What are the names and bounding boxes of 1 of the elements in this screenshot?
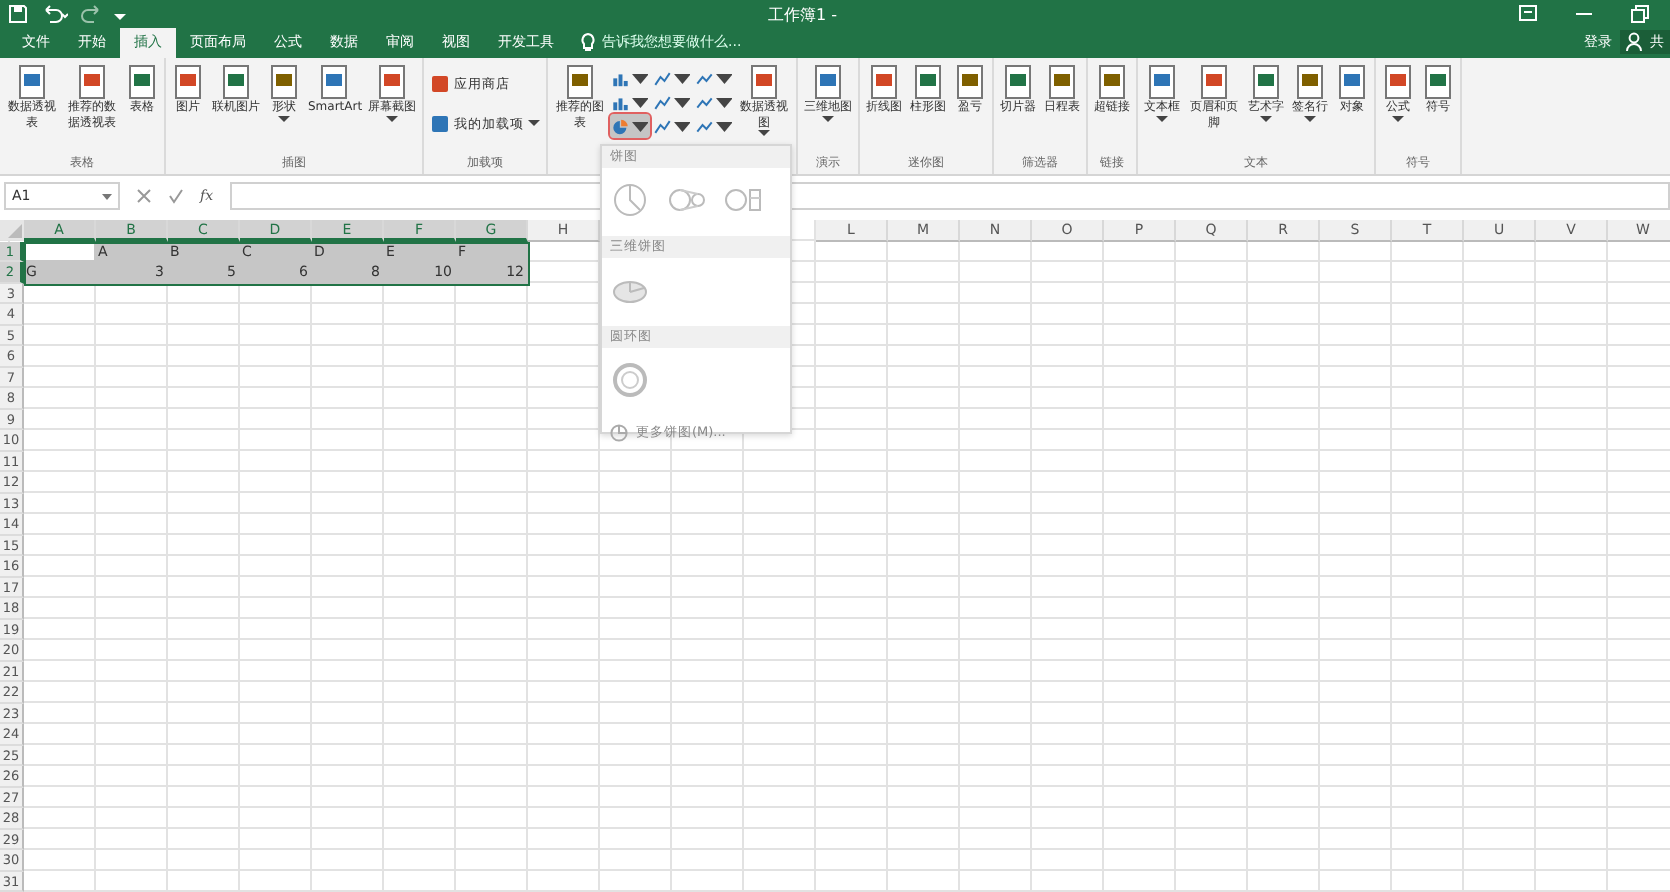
window-title: 工作簿1 -: [768, 3, 840, 25]
